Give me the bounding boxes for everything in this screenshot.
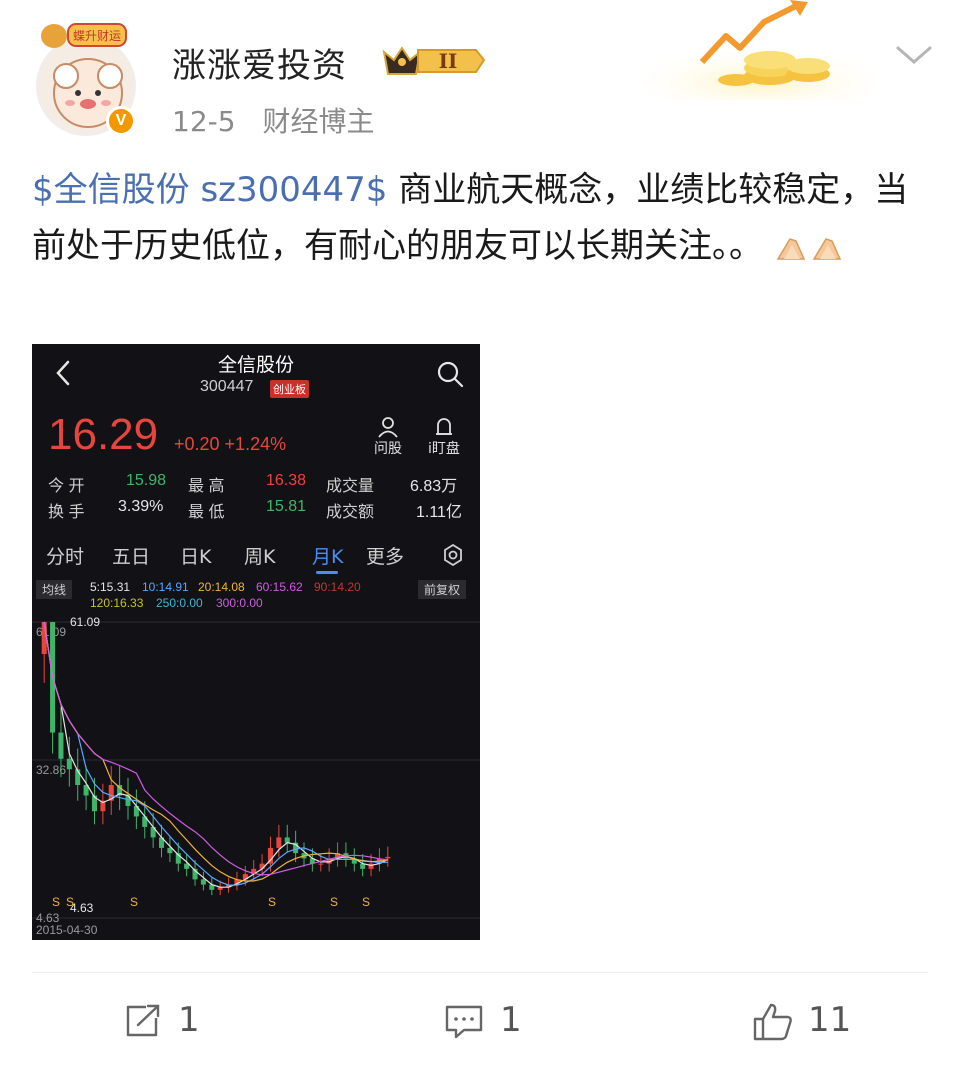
person-icon	[378, 417, 398, 438]
ma-legend-item: 90:14.20	[314, 580, 361, 594]
sell-marker: S	[268, 895, 276, 909]
amount-label: 成交额	[326, 504, 375, 521]
amount-value: 1.11亿	[416, 504, 462, 521]
ma-line	[43, 621, 388, 882]
tab-five-day: 五日	[112, 546, 151, 568]
candle-body	[58, 732, 64, 759]
bell-icon	[436, 418, 452, 435]
tab-intraday: 分时	[46, 546, 85, 568]
adjust-chip: 前复权	[418, 580, 467, 599]
divider	[32, 972, 928, 973]
sell-marker: S	[362, 895, 370, 909]
stock-chart-image[interactable]: 全信股份 300447 创业板 16.29 +0.20 +1.24% 问股 i盯…	[32, 344, 480, 940]
ma-legend-item: 60:15.62	[256, 580, 303, 594]
turnover-value: 3.39%	[118, 498, 164, 515]
max-price-label: 61.09	[70, 615, 100, 629]
ma-line	[43, 621, 388, 876]
chevron-down-icon[interactable]	[892, 40, 936, 70]
verified-badge-icon: V	[106, 106, 136, 136]
settings-icon	[444, 544, 462, 566]
comment-count: 1	[500, 1000, 522, 1040]
coins-decoration-icon	[640, 0, 880, 100]
tab-monthly-k: 月K	[312, 546, 344, 568]
username[interactable]: 涨涨爱投资	[172, 38, 347, 87]
ask-stock-label: 问股	[374, 441, 402, 457]
candle-body	[41, 622, 47, 655]
stock-tag-link[interactable]: $全信股份 sz300447$	[32, 170, 387, 210]
share-icon	[126, 1004, 160, 1037]
stock-code: 300447	[200, 378, 254, 395]
avatar[interactable]: 蝶升财运 V	[30, 14, 142, 140]
sell-marker: S	[66, 895, 74, 909]
sell-marker: S	[330, 895, 338, 909]
x-start-label: 2015-04-30	[36, 923, 98, 937]
ask-stock-button: 问股	[368, 416, 408, 458]
sell-marker: S	[52, 895, 60, 909]
volume-label: 成交量	[326, 478, 375, 495]
ma-line	[43, 621, 388, 886]
volume-value: 6.83万	[410, 478, 458, 495]
period-tabs: 分时 五日 日K 周K 月K 更多	[32, 538, 480, 574]
price-change: +0.20 +1.24%	[174, 434, 287, 454]
ma-legend-item: 5:15.31	[90, 580, 131, 594]
sell-marker: S	[130, 895, 138, 909]
tab-weekly-k: 周K	[244, 546, 276, 568]
low-label: 最 低	[188, 504, 225, 521]
candle-body	[66, 758, 72, 770]
high-value: 16.38	[266, 472, 307, 489]
share-count: 1	[178, 1000, 200, 1040]
monthly-k-chart: 61.0932.864.6361.094.63SSSSSS2015-04-30	[32, 615, 480, 937]
candle-body	[318, 863, 324, 865]
turnover-label: 换 手	[48, 504, 85, 521]
ma-chip: 均线	[36, 580, 73, 599]
active-tab-indicator	[316, 571, 338, 574]
current-price: 16.29	[48, 410, 159, 459]
low-value: 15.81	[266, 498, 307, 515]
author-role: 财经博主	[262, 105, 375, 138]
post-text: $全信股份 sz300447$ 商业航天概念，业绩比较稳定，当前处于历史低位，有…	[32, 162, 932, 274]
watch-label: i盯盘	[428, 441, 460, 457]
candle-body	[385, 856, 391, 859]
tab-more: 更多	[366, 546, 405, 568]
folded-hands-emoji-icon	[776, 237, 841, 260]
candle-body	[200, 879, 206, 885]
watch-button: i盯盘	[422, 416, 466, 458]
like-count: 11	[808, 1000, 852, 1040]
open-label: 今 开	[48, 478, 85, 495]
crown-level-badge-icon: II	[382, 46, 486, 75]
comment-icon	[445, 1005, 483, 1039]
post-date: 12-5	[172, 105, 236, 138]
high-label: 最 高	[188, 478, 225, 495]
search-icon	[437, 361, 464, 388]
open-value: 15.98	[126, 472, 167, 489]
ma-legend-item: 10:14.91	[142, 580, 189, 594]
svg-text:II: II	[439, 49, 458, 73]
svg-text:蝶升财运: 蝶升财运	[73, 28, 121, 43]
board-badge: 创业板	[270, 380, 309, 398]
candle-body	[276, 837, 282, 848]
avatar-decoration-icon: 蝶升财运	[41, 23, 127, 48]
thumbs-up-icon	[753, 1003, 792, 1041]
stock-name: 全信股份	[217, 354, 294, 376]
tab-daily-k: 日K	[180, 546, 212, 568]
candle-body	[284, 837, 290, 843]
y-tick-label: 32.86	[36, 763, 66, 777]
post-meta: 12-5 财经博主	[172, 100, 392, 140]
ma-legend-item: 20:14.08	[198, 580, 245, 594]
